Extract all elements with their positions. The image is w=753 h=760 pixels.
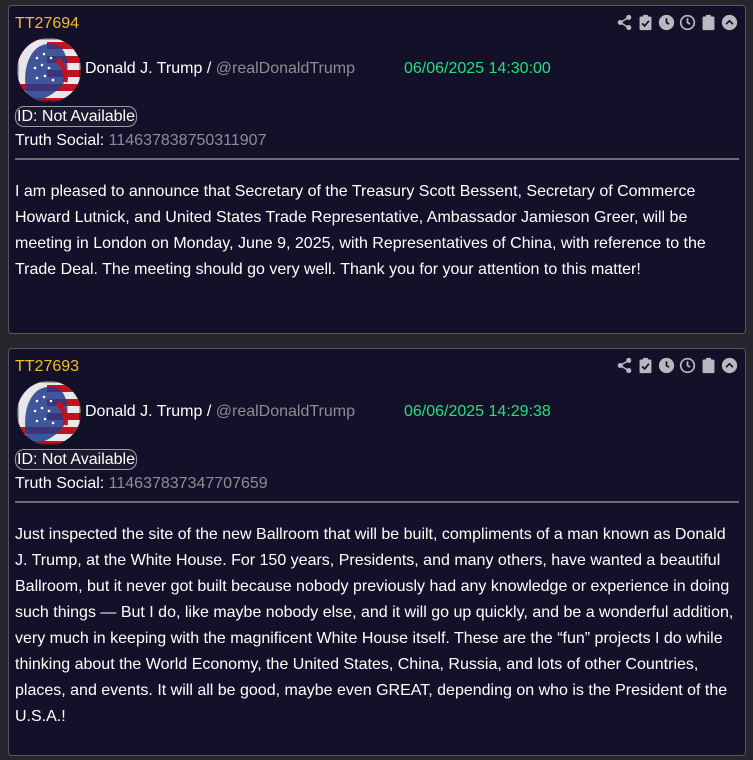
post-card: TT27694 Donald J. Trump / @realDonaldTru… [8, 5, 746, 334]
source-line: Truth Social: 114637838750311907 [15, 132, 266, 150]
author-line: Donald J. Trump / @realDonaldTrump [85, 403, 355, 421]
source-id-link[interactable]: 114637838750311907 [109, 132, 267, 149]
source-label: Truth Social: [15, 475, 105, 492]
chevron-up-circle-icon[interactable] [720, 13, 739, 32]
clock-outline-icon[interactable] [678, 356, 697, 375]
author-separator: / [206, 403, 212, 420]
id-badge: ID: Not Available [15, 106, 137, 127]
post-id[interactable]: TT27693 [15, 358, 79, 376]
source-line: Truth Social: 114637837347707659 [15, 475, 268, 493]
author-handle[interactable]: @realDonaldTrump [216, 60, 355, 77]
post-toolbar [613, 13, 739, 32]
author-name: Donald J. Trump [85, 403, 203, 420]
post-timestamp: 06/06/2025 14:30:00 [404, 60, 551, 77]
post-text: Just inspected the site of the new Ballr… [15, 526, 734, 725]
author-separator: / [206, 60, 212, 77]
divider [15, 501, 739, 503]
chevron-up-circle-icon[interactable] [720, 356, 739, 375]
post-id[interactable]: TT27694 [15, 15, 79, 33]
post-text: I am pleased to announce that Secretary … [15, 183, 706, 278]
author-name: Donald J. Trump [85, 60, 203, 77]
source-id-link[interactable]: 114637837347707659 [109, 475, 268, 492]
post-card: TT27693 Donald J. Trump / @realDonaldTru… [8, 348, 746, 756]
clock-icon[interactable] [657, 356, 676, 375]
id-badge: ID: Not Available [15, 449, 137, 470]
clipboard-icon[interactable] [699, 13, 718, 32]
clipboard-icon[interactable] [699, 356, 718, 375]
share-icon[interactable] [615, 13, 634, 32]
source-label: Truth Social: [15, 132, 105, 149]
avatar[interactable] [17, 38, 81, 102]
share-icon[interactable] [615, 356, 634, 375]
avatar[interactable] [17, 381, 81, 445]
post-toolbar [613, 356, 739, 375]
clipboard-check-icon[interactable] [636, 13, 655, 32]
clock-icon[interactable] [657, 13, 676, 32]
clock-outline-icon[interactable] [678, 13, 697, 32]
clipboard-check-icon[interactable] [636, 356, 655, 375]
author-handle[interactable]: @realDonaldTrump [216, 403, 355, 420]
author-line: Donald J. Trump / @realDonaldTrump [85, 60, 355, 78]
post-timestamp: 06/06/2025 14:29:38 [404, 403, 551, 420]
divider [15, 158, 739, 160]
